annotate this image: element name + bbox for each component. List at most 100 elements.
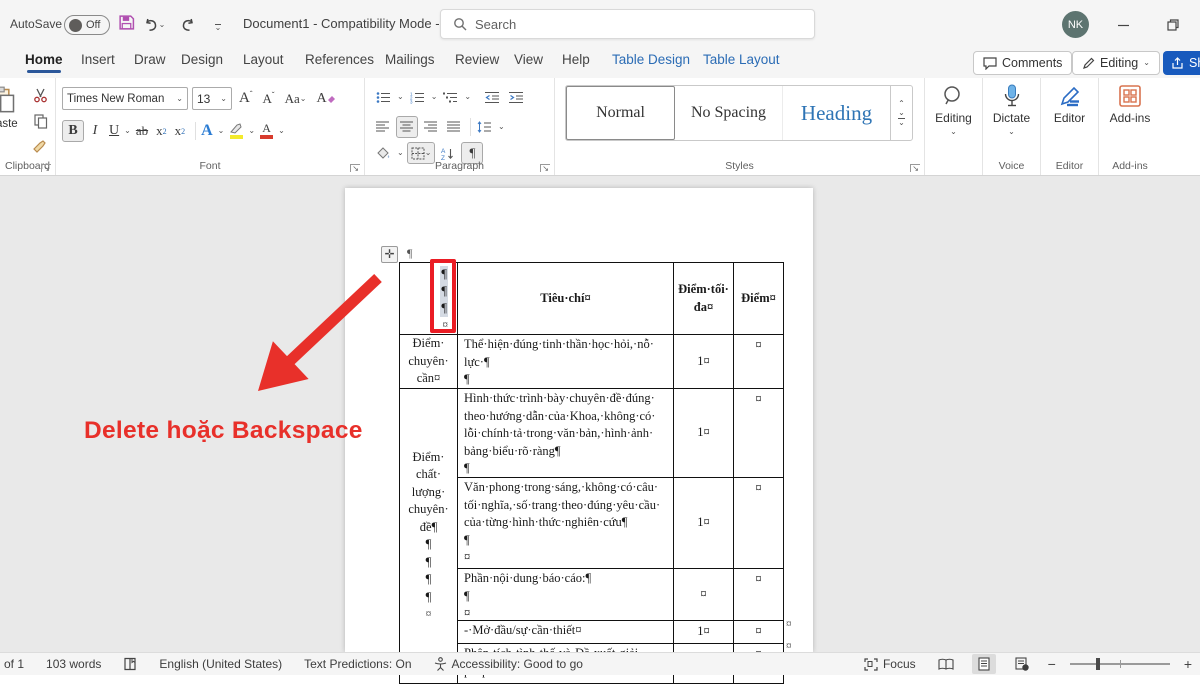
tab-table-layout[interactable]: Table Layout [703,52,780,67]
table-cell-score[interactable]: ¤ [734,335,784,389]
zoom-slider-thumb[interactable] [1096,658,1100,670]
subscript-button[interactable]: x2 [153,120,170,142]
focus-button[interactable]: Focus [864,657,916,671]
editing-button[interactable]: Editing⌄ [925,84,982,136]
table-cell-max[interactable]: 1¤ [674,621,734,644]
search-box[interactable]: Search [440,9,815,39]
table-cell-max[interactable]: ¤ [674,569,734,621]
text-effects-button[interactable]: A [198,120,216,142]
align-center-button[interactable] [396,116,418,138]
bold-button[interactable]: B [62,120,84,142]
style-normal[interactable]: Normal [566,86,675,140]
zoom-out-button[interactable]: − [1048,656,1056,672]
table-cell-criteria[interactable]: Phần·​nội·​dung·​báo·​cáo:¶¶¤ [458,569,674,621]
word-count[interactable]: 103 words [46,657,101,671]
table-cell-score[interactable]: ¤ [734,389,784,478]
read-mode-button[interactable] [934,654,958,674]
strikethrough-button[interactable]: ab [133,120,151,142]
editor-button[interactable]: Editor [1041,84,1098,125]
bullets-button[interactable] [373,86,394,108]
tab-table-design[interactable]: Table Design [612,52,690,67]
format-painter-button[interactable] [30,136,51,158]
italic-button[interactable]: I [86,120,104,142]
zoom-slider[interactable] [1070,663,1170,665]
table-move-handle[interactable]: ✛ [381,246,398,263]
cut-button[interactable] [30,84,51,106]
document-table[interactable]: ¶ ¶ ¶ ¤ Tiêu·​chí¤ Điểm·​tối·​đa¤ Điểm¤ … [399,262,784,684]
table-cell-score[interactable]: ¤ [734,569,784,621]
table-cell-max[interactable]: 1¤ [674,478,734,569]
undo-button[interactable]: ⌄ [142,13,166,37]
style-no-spacing[interactable]: No Spacing [675,86,783,140]
justify-button[interactable] [444,116,464,138]
align-left-button[interactable] [373,116,393,138]
language-indicator[interactable]: English (United States) [159,657,282,671]
font-dialog-launcher[interactable]: ↘ [350,164,360,172]
document-page[interactable]: ✛ ¶ ¶ ¶ ¶ ¤ Tiêu·​chí¤ Điểm·​tối·​đa¤ Đi… [345,188,813,652]
undo-chevron-icon[interactable]: ⌄ [159,21,166,29]
quick-access-overflow-button[interactable]: ⌄ [206,15,230,39]
tab-home[interactable]: Home [25,52,63,67]
paste-button[interactable]: Paste [0,86,20,132]
table-cell-criteria[interactable]: Thể·​hiện·​đúng·​tinh·​thần·​học·​hỏi,·​… [458,335,674,389]
restore-button[interactable] [1158,12,1188,38]
copy-button[interactable] [31,110,51,132]
table-cell-score[interactable]: ¤ [734,621,784,644]
save-button[interactable] [118,14,135,31]
comments-button[interactable]: Comments [973,51,1072,75]
font-name-select[interactable]: Times New Roman⌄ [62,87,188,110]
editing-mode-button[interactable]: Editing⌄ [1072,51,1160,75]
table-cell-criteria[interactable]: Văn·​phong·​trong·​sáng,·​không·​có·​câu… [458,478,674,569]
redo-button[interactable] [176,13,200,37]
dictate-button[interactable]: Dictate⌄ [983,84,1040,136]
underline-button[interactable]: U [106,120,122,142]
multilevel-list-button[interactable] [440,86,461,108]
table-row-label[interactable]: Điểm·​chuyên·​cần¤ [400,335,458,389]
underline-chevron-icon[interactable]: ⌄ [124,127,131,135]
superscript-button[interactable]: x2 [172,120,189,142]
tab-design[interactable]: Design [181,52,223,67]
decrease-indent-button[interactable] [482,86,503,108]
tab-mailings[interactable]: Mailings [385,52,435,67]
style-heading[interactable]: Heading [783,86,890,140]
clipboard-dialog-launcher[interactable]: ↘ [41,164,51,172]
tab-insert[interactable]: Insert [81,52,115,67]
clear-formatting-button[interactable]: A [313,88,338,110]
zoom-in-button[interactable]: + [1184,656,1192,672]
increase-indent-button[interactable] [506,86,527,108]
paragraph-dialog-launcher[interactable]: ↘ [540,164,550,172]
styles-dialog-launcher[interactable]: ↘ [910,164,920,172]
table-header-criteria[interactable]: Tiêu·​chí¤ [458,263,674,335]
table-row-label-merged[interactable]: Điểm·​chất·​lượng·​chuyên·​đề¶¶¶¶¶¤ [400,389,458,684]
highlight-button[interactable] [226,120,246,142]
tab-references[interactable]: References [305,52,374,67]
print-layout-button[interactable] [972,654,996,674]
table-header-score[interactable]: Điểm¤ [734,263,784,335]
align-right-button[interactable] [421,116,441,138]
share-button[interactable]: Share [1163,51,1200,75]
table-cell-max[interactable]: 1¤ [674,335,734,389]
tab-help[interactable]: Help [562,52,590,67]
autosave-toggle[interactable]: Off [64,15,110,35]
accessibility-status[interactable]: Accessibility: Good to go [434,657,583,671]
line-spacing-button[interactable] [474,116,495,138]
table-header-max[interactable]: Điểm·​tối·​đa¤ [674,263,734,335]
styles-gallery-more-button[interactable]: ⌃⌄⌄ [890,86,912,140]
tab-review[interactable]: Review [455,52,499,67]
avatar[interactable]: NK [1062,11,1089,38]
proofing-status[interactable] [123,657,137,671]
table-cell-criteria[interactable]: Hình·​thức·​trình·​bày·​chuyên·​đề·​đúng… [458,389,674,478]
tab-layout[interactable]: Layout [243,52,284,67]
page-indicator[interactable]: of 1 [4,657,24,671]
table-cell-max[interactable]: 1¤ [674,389,734,478]
shrink-font-button[interactable]: Aˇ [260,88,278,110]
table-cell-score[interactable]: ¤ [734,478,784,569]
text-predictions[interactable]: Text Predictions: On [304,657,411,671]
addins-button[interactable]: Add-ins [1099,84,1161,125]
tab-view[interactable]: View [514,52,543,67]
web-layout-button[interactable] [1010,654,1034,674]
minimize-button[interactable] [1108,12,1138,38]
font-color-button[interactable]: A [257,120,276,142]
grow-font-button[interactable]: Aˆ [236,88,256,110]
change-case-button[interactable]: Aa⌄ [282,88,310,110]
